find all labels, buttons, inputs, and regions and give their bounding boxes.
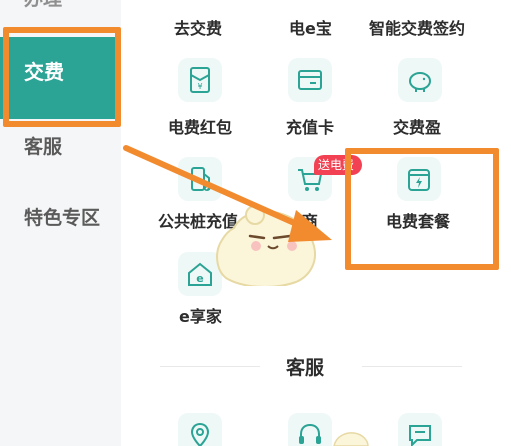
mascot-peek-illustration <box>333 432 369 446</box>
service-qujiaofei-label[interactable]: 去交费 <box>174 15 222 39</box>
red-packet-icon[interactable]: ¥ <box>178 58 222 102</box>
section-title-kefu: 客服 <box>286 357 325 379</box>
sidebar-item-kefu[interactable]: 客服 <box>0 132 121 159</box>
recharge-card-icon[interactable] <box>288 58 332 102</box>
service-chongzhika-label[interactable]: 充值卡 <box>286 114 334 138</box>
service-exiangjia-label[interactable]: e享家 <box>179 303 222 327</box>
service-znjfqy-label[interactable]: 智能交费签约 <box>369 15 465 39</box>
divider-left <box>160 366 260 367</box>
location-pin-icon[interactable] <box>178 413 222 446</box>
service-jiaofeiying-label[interactable]: 交费盈 <box>393 114 441 138</box>
sidebar-highlight-box <box>3 27 121 127</box>
headset-icon[interactable] <box>288 413 332 446</box>
divider-right <box>362 366 462 367</box>
sidebar-item-tese[interactable]: 特色专区 <box>0 203 121 230</box>
service-dianfeihongbao-label[interactable]: 电费红包 <box>168 114 232 138</box>
sidebar-item-banli[interactable]: 办理 <box>0 0 121 11</box>
package-highlight-box <box>345 148 499 270</box>
pointer-arrow <box>123 145 332 242</box>
piggy-bank-icon[interactable] <box>398 58 442 102</box>
svg-text:¥: ¥ <box>197 82 202 91</box>
chat-bubble-icon[interactable] <box>398 413 442 446</box>
svg-text:e: e <box>196 272 203 285</box>
service-dianebao-label[interactable]: 电e宝 <box>289 15 332 39</box>
